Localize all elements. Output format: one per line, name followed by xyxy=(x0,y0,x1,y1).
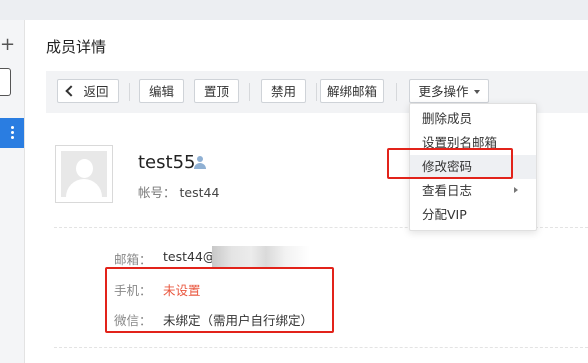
kebab-icon[interactable] xyxy=(11,126,14,140)
caret-down-icon xyxy=(473,90,480,94)
account-value: test44 xyxy=(179,185,220,200)
edit-button[interactable]: 编辑 xyxy=(139,79,184,103)
annotation-box xyxy=(387,148,513,179)
toolbar-divider xyxy=(316,83,317,101)
more-actions-button[interactable]: 更多操作 xyxy=(409,79,489,103)
menu-item-assign-vip[interactable]: 分配VIP xyxy=(410,203,536,227)
plus-icon[interactable]: + xyxy=(0,36,15,54)
toolbar-divider xyxy=(396,83,397,101)
redacted-area xyxy=(212,246,310,268)
avatar xyxy=(55,145,113,203)
top-bar xyxy=(0,0,588,20)
toolbar-divider xyxy=(249,83,250,101)
user-icon xyxy=(194,156,206,170)
disable-button[interactable]: 禁用 xyxy=(261,79,306,103)
annotation-box xyxy=(105,267,334,333)
email-value: test44@ xyxy=(163,249,216,264)
toolbar-divider xyxy=(129,83,130,101)
view-logs-label: 查看日志 xyxy=(422,183,473,198)
menu-item-view-logs[interactable]: 查看日志 xyxy=(410,179,536,203)
back-label: 返回 xyxy=(83,84,109,99)
member-name: test55 xyxy=(138,152,196,173)
account-label: 帐号： xyxy=(138,185,176,200)
pin-button[interactable]: 置顶 xyxy=(194,79,239,103)
chevron-right-icon xyxy=(514,187,518,193)
unbind-email-button[interactable]: 解绑邮箱 xyxy=(320,79,384,103)
avatar-placeholder xyxy=(61,151,107,197)
divider xyxy=(54,347,588,348)
back-button[interactable]: 返回 xyxy=(57,79,119,103)
page-title: 成员详情 xyxy=(46,38,107,56)
account-row: 帐号： test44 xyxy=(138,182,219,201)
email-label: 邮箱： xyxy=(114,252,152,267)
menu-item-delete-member[interactable]: 删除成员 xyxy=(410,107,536,131)
chevron-left-icon xyxy=(65,85,78,97)
more-actions-label: 更多操作 xyxy=(418,84,469,99)
sidebar-box[interactable] xyxy=(0,68,11,96)
